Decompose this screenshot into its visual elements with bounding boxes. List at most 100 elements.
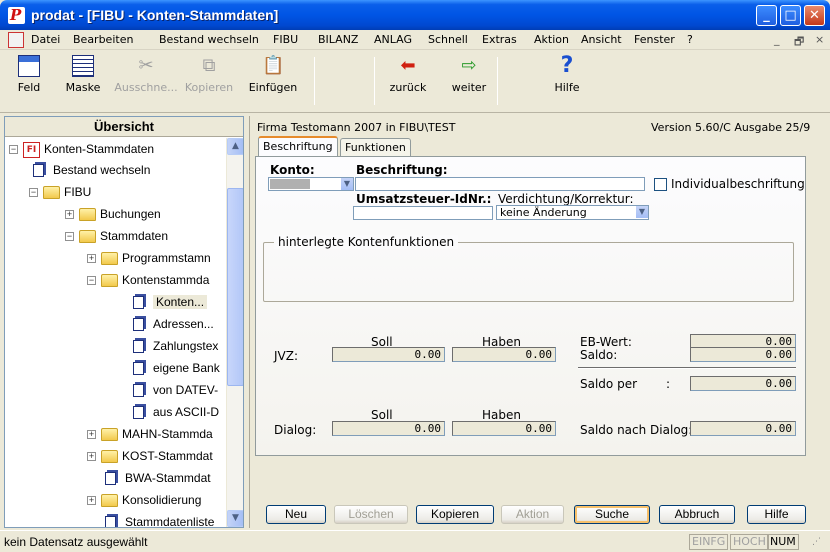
tree-item-buchungen[interactable]: + Buchungen [65,204,161,225]
hilfe-button[interactable]: Hilfe [747,505,806,524]
collapse-icon[interactable]: − [65,232,74,242]
saldo-divider [578,367,796,369]
zurueck-button[interactable]: ⬅ zurück [387,55,429,94]
menu-extras[interactable]: Extras [482,33,517,46]
maske-button[interactable]: Maske [60,55,106,94]
menu-bilanz[interactable]: BILANZ [318,33,358,46]
document-icon [105,516,116,527]
menu-fibu[interactable]: FIBU [273,33,298,46]
title-bar: P prodat - [FIBU - Konten-Stammdaten] _ … [0,0,830,30]
arrow-left-icon: ⬅ [400,55,416,76]
tree-item-eigene-bank[interactable]: eigene Bank [133,358,220,379]
ustid-label: Umsatzsteuer-IdNr.: [356,192,492,206]
kopieren-label: Kopieren [184,81,234,94]
menu-schnell[interactable]: Schnell [428,33,468,46]
tree-item-kost-stammdaten[interactable]: + KOST-Stammdat [87,446,213,467]
status-einfg: EINFG [689,534,729,550]
aktion-button[interactable]: Aktion [501,505,564,524]
konto-combo[interactable]: ▼ [268,177,354,191]
toolbar-separator [314,57,315,105]
tree-item-fibu[interactable]: − FIBU [29,182,91,203]
kopieren-toolbar-button[interactable]: ⧉ Kopieren [183,55,235,94]
chevron-down-icon[interactable]: ▼ [341,178,353,190]
abbruch-button[interactable]: Abbruch [659,505,735,524]
chevron-down-icon[interactable]: ▼ [636,206,648,218]
mdi-close-button[interactable]: × [815,33,824,46]
expand-icon[interactable]: + [87,254,96,264]
tree-item-stammdatenliste[interactable]: Stammdatenliste [105,512,214,527]
neu-button[interactable]: Neu [266,505,326,524]
scroll-up-icon[interactable]: ▲ [227,138,243,155]
tree-item-von-datev[interactable]: von DATEV- [133,380,218,401]
collapse-icon[interactable]: − [29,188,38,198]
menu-bearbeiten[interactable]: Bearbeiten [73,33,133,46]
dialog-haben-label: Haben [482,408,521,422]
tree-item-kontenstammdaten[interactable]: − Kontenstammda [87,270,209,291]
beschriftung-input[interactable] [355,177,645,191]
maximize-button[interactable]: □ [780,5,801,26]
menu-fenster[interactable]: Fenster [634,33,675,46]
eb-wert-label: EB-Wert: [580,335,632,349]
document-icon [133,340,144,354]
tree-item-bwa-stammdaten[interactable]: BWA-Stammdat [105,468,211,489]
tree-item-mahn-stammdaten[interactable]: + MAHN-Stammda [87,424,213,445]
tree-item-zahlungstexte[interactable]: Zahlungstex [133,336,218,357]
document-menu-icon[interactable] [8,32,24,48]
jvz-soll-value: 0.00 [332,347,445,362]
tree-item-bestand-wechseln[interactable]: Bestand wechseln [33,160,150,181]
navigation-tree-panel: Übersicht − FI Konten-Stammdaten Bestand w… [4,116,244,528]
scroll-thumb[interactable] [227,188,243,386]
hilfe-toolbar-button[interactable]: ? Hilfe [550,55,584,95]
menu-ansicht[interactable]: Ansicht [581,33,622,46]
tab-beschriftung[interactable]: Beschriftung [258,136,338,157]
kopieren-button[interactable]: Kopieren [416,505,494,524]
toolbar: Feld Maske ✂ Ausschne... ⧉ Kopieren 📋 Ei… [0,51,830,113]
mdi-minimize-button[interactable]: _ [774,33,780,46]
app-icon[interactable]: P [8,6,25,24]
tree-item-stammdaten[interactable]: − Stammdaten [65,226,168,247]
weiter-button[interactable]: ⇨ weiter [448,55,490,94]
einfuegen-button[interactable]: 📋 Einfügen [246,55,300,94]
tree-item-adressen[interactable]: Adressen... [133,314,214,335]
tree-scrollbar[interactable]: ▲ ▼ [226,138,243,527]
feld-button[interactable]: Feld [10,55,48,94]
scroll-down-icon[interactable]: ▼ [227,510,243,527]
ustid-input[interactable] [353,206,493,220]
expand-icon[interactable]: + [87,430,96,440]
tree-item-aus-ascii[interactable]: aus ASCII-D [133,402,219,423]
collapse-icon[interactable]: − [87,276,96,286]
tab-funktionen[interactable]: Funktionen [340,138,411,156]
field-icon [18,55,40,77]
minimize-button[interactable]: _ [756,5,777,26]
tree-item-konsolidierung[interactable]: + Konsolidierung [87,490,201,511]
kontenfunktionen-group-label: hinterlegte Kontenfunktionen [274,235,459,249]
menu-bestand-wechseln[interactable]: Bestand wechseln [159,33,259,46]
collapse-icon[interactable]: − [9,145,18,155]
kontenfunktionen-group [263,242,794,302]
hilfe-label: Hilfe [554,81,580,94]
menu-help[interactable]: ? [687,33,693,46]
einfuegen-label: Einfügen [248,81,298,94]
saldo-per-colon: : [666,377,671,391]
folder-icon [101,450,118,464]
menu-anlag[interactable]: ANLAG [374,33,412,46]
tree-item-konten[interactable]: Konten... [133,292,208,313]
close-button[interactable]: ✕ [804,5,825,26]
loeschen-button[interactable]: Löschen [334,505,408,524]
saldo-per-value: 0.00 [690,376,796,391]
ausschneiden-button[interactable]: ✂ Ausschne... [114,55,178,94]
expand-icon[interactable]: + [87,496,96,506]
suche-button[interactable]: Suche [574,505,650,524]
verdichtung-select[interactable]: keine Änderung ▼ [496,205,649,220]
resize-grip-icon[interactable]: ⋰ [812,537,821,547]
tree-item-programmstamm[interactable]: + Programmstamn [87,248,211,269]
status-text: kein Datensatz ausgewählt [4,535,148,549]
tree-item-konten-stammdaten[interactable]: − FI Konten-Stammdaten [9,139,154,160]
mdi-restore-button[interactable]: 🗗 [794,33,804,52]
individualbeschriftung-checkbox[interactable] [654,178,667,191]
menu-aktion[interactable]: Aktion [534,33,569,46]
mask-icon [72,55,94,77]
menu-datei[interactable]: Datei [31,33,60,46]
expand-icon[interactable]: + [65,210,74,220]
expand-icon[interactable]: + [87,452,96,462]
